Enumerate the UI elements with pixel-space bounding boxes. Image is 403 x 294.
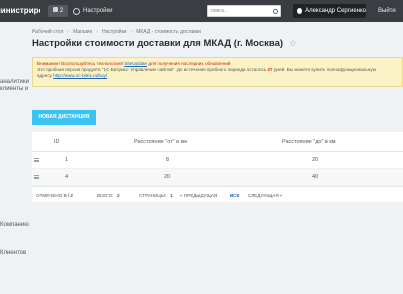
search-input[interactable]: поиск... [207, 5, 281, 17]
page-header: Настройки стоимости доставки для МКАД (г… [32, 38, 297, 49]
settings-button[interactable]: Настройки [73, 4, 112, 18]
sidebar-item[interactable]: клиенты и [0, 86, 28, 92]
alert-warning-text: Внимание! Воспользуйтесь технологией [37, 61, 123, 66]
cell-id: 1 [65, 157, 69, 163]
new-distance-button[interactable]: НОВАЯ ДИСТАНЦИЯ [32, 110, 96, 125]
column-header-from[interactable]: Расстояние "от" в км [134, 139, 187, 145]
table-header: ID Расстояние "от" в км Расстояние "до" … [32, 132, 403, 152]
pages-count: 1 [170, 193, 173, 198]
settings-label: Настройки [83, 8, 113, 14]
table-footer: ОТМЕЧЕНО: 0 / 2 ВСЕГО: 2 СТРАНИЦЫ: 1 « П… [32, 186, 403, 202]
user-menu-button[interactable]: Александр Сергиенко [293, 4, 366, 18]
search-placeholder: поиск... [211, 8, 229, 14]
cell-to: 40 [312, 174, 319, 180]
column-header-to[interactable]: Расстояние "до" в км [282, 139, 336, 145]
notifications-button[interactable]: 2 [48, 5, 68, 17]
distance-table: ID Расстояние "от" в км Расстояние "до" … [32, 132, 403, 186]
breadcrumb: Рабочий стол › Магазин › Настройки › МКА… [32, 29, 201, 35]
gear-icon [73, 7, 80, 15]
notifications-count: 2 [59, 8, 64, 14]
cell-id: 4 [65, 174, 69, 180]
star-icon[interactable]: ☆ [289, 39, 297, 48]
breadcrumb-item[interactable]: Настройки [102, 29, 127, 35]
breadcrumb-item[interactable]: Рабочий стол [32, 29, 63, 35]
user-icon [297, 8, 303, 14]
selected-label: ОТМЕЧЕНО: [36, 193, 64, 198]
alert-days-left: 27 [267, 67, 273, 72]
total-count: 2 [117, 193, 120, 198]
table-row[interactable]: 4 20 40 [32, 169, 403, 186]
breadcrumb-item[interactable]: МКАД - стоимость доставки [136, 29, 201, 35]
siteupdate-link[interactable]: SiteUpdate [124, 61, 147, 66]
sidebar-item[interactable]: аналитики [0, 79, 29, 85]
selected-count: 0 / 2 [64, 193, 73, 198]
sidebar-item[interactable]: Компанию [0, 222, 29, 228]
breadcrumb-separator: › [130, 29, 133, 35]
cell-to: 20 [312, 157, 319, 163]
breadcrumb-separator: › [96, 29, 99, 35]
alert-address-label: адресу [37, 73, 52, 78]
alert-trial-suffix: дней. Вы можете купить полнофункциональн… [273, 67, 377, 72]
alert-line-3: адресу http://www.1c-bitrix.ru/buy/ [37, 73, 398, 79]
user-name: Александр Сергиенко [305, 8, 366, 14]
breadcrumb-separator: › [67, 29, 70, 35]
trial-alert: Внимание! Воспользуйтесь технологией Sit… [32, 57, 403, 87]
pages-label: СТРАНИЦЫ: [139, 193, 167, 198]
table-row[interactable]: 1 8 20 [32, 152, 403, 169]
cell-from: 20 [164, 174, 171, 180]
logout-link[interactable]: Выйти [378, 4, 396, 18]
alert-warning-suffix: для получения последних обновлений [148, 61, 231, 66]
prev-page-link[interactable]: « ПРЕДЫДУЩАЯ [180, 193, 217, 198]
all-pages-link[interactable]: ВСЕ [230, 193, 240, 198]
row-menu-icon[interactable] [34, 158, 39, 162]
column-header-id[interactable]: ID [54, 139, 60, 145]
top-bar: Администрирование 2 Настройки поиск... А… [0, 0, 403, 22]
alert-trial-text: Это пробная версия продукта "1С-Битрикс:… [37, 67, 267, 72]
sidebar-item[interactable]: Клиентов [0, 250, 26, 256]
row-menu-icon[interactable] [34, 175, 39, 179]
search-icon[interactable] [273, 8, 278, 14]
total-label: ВСЕГО: [97, 193, 114, 198]
brand-title[interactable]: Администрирование [0, 0, 40, 22]
cell-from: 8 [166, 157, 170, 163]
breadcrumb-item[interactable]: Магазин [73, 29, 92, 35]
next-page-link[interactable]: СЛЕДУЮЩАЯ » [248, 193, 283, 198]
buy-link[interactable]: http://www.1c-bitrix.ru/buy/ [53, 73, 107, 78]
bell-icon [52, 7, 58, 12]
page-title: Настройки стоимости доставки для МКАД (г… [32, 38, 284, 49]
